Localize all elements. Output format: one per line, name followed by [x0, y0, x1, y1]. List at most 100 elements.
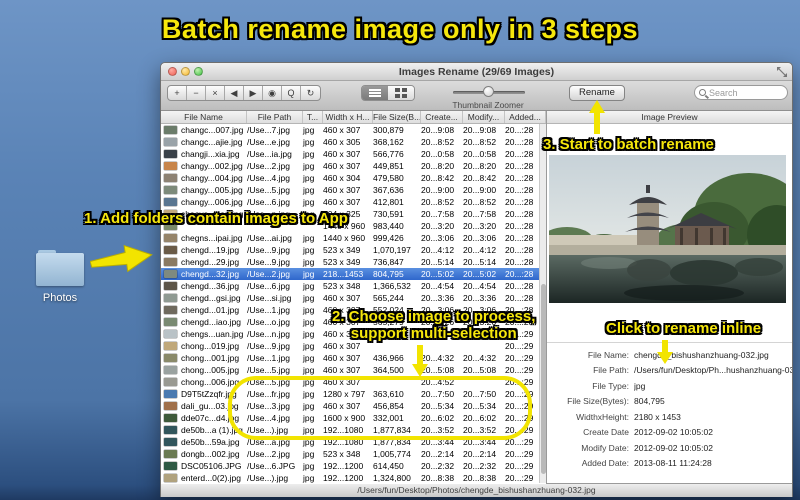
cell-create: 20...8:20: [421, 161, 455, 171]
cell-path: /Use...7.jpg: [247, 125, 290, 135]
cell-name: chengd...32.jpg: [181, 269, 240, 279]
info-row[interactable]: Modify Date: 2012-09-02 10:05:02: [547, 440, 792, 456]
table-row[interactable]: dongb...002.jpg/Use...2.jpg jpg 523 x 348 1…: [161, 448, 546, 460]
info-value[interactable]: chengde_bishushanzhuang-032.jpg: [634, 350, 769, 360]
cell-dims: 460 x 307: [323, 197, 361, 207]
cell-create: 20...3:20: [421, 221, 455, 231]
cell-added: 20...:28: [505, 185, 534, 195]
annotation-step3: 3. Start to batch rename: [543, 136, 714, 153]
table-row[interactable]: changji...xia.jpg/Use...ia.jpg jpg 460 x 3…: [161, 148, 546, 160]
table-row[interactable]: chengd...gsi.jpg/Use...si.jpg jpg 460 x 30…: [161, 292, 546, 304]
cell-dims: 192...1200: [323, 461, 364, 471]
column-header[interactable]: File Name: [161, 111, 247, 123]
preview-eye-button[interactable]: ◉: [263, 86, 282, 100]
column-header[interactable]: Modify...: [463, 111, 505, 123]
minimize-button[interactable]: [181, 67, 190, 76]
cell-modify: 20...3:36: [463, 293, 497, 303]
click-rename-arrow-down-icon: [657, 340, 673, 364]
cell-modify: 20...8:38: [463, 473, 497, 483]
info-row[interactable]: Added Date: 2013-08-11 11:24:28: [547, 456, 792, 472]
row-thumbnail: [164, 186, 177, 194]
scrollbar-thumb[interactable]: [541, 284, 546, 474]
info-row[interactable]: Create Date 2012-09-02 10:05:02: [547, 425, 792, 441]
thumbnail-zoomer-slider[interactable]: [453, 86, 525, 97]
info-value[interactable]: 2013-08-11 11:24:28: [634, 458, 712, 468]
zoom-button[interactable]: [194, 67, 203, 76]
cell-added: 20...:28: [505, 197, 534, 207]
table-row[interactable]: enterd...0(2).jpg/Use...).jpg jpg 192...12…: [161, 472, 546, 484]
cell-modify: 20...4:54: [463, 281, 497, 291]
table-row[interactable]: DSC05106.JPG/Use...6.JPG jpg 192...1200 614…: [161, 460, 546, 472]
titlebar[interactable]: Images Rename (29/69 Images): [161, 63, 792, 81]
table-row[interactable]: chengd...36.jpg/Use...6.jpg jpg 523 x 348 1…: [161, 280, 546, 292]
slider-knob[interactable]: [483, 86, 494, 97]
cell-name: de50b...59a.jpg: [181, 437, 240, 447]
cell-path: /Use...si.jpg: [247, 293, 292, 303]
info-value[interactable]: 2012-09-02 10:05:02: [634, 443, 713, 453]
cell-name: changji...xia.jpg: [181, 149, 240, 159]
table-row[interactable]: chong...005.jpg/Use...5.jpg jpg 460 x 307 3…: [161, 364, 546, 376]
annotation-click-rename: Click to rename inline: [606, 320, 762, 337]
info-value[interactable]: 2180 x 1453: [634, 412, 681, 422]
cell-added: 20...:29: [505, 365, 534, 375]
info-label: File Type:: [592, 380, 629, 391]
table-row[interactable]: changy...006.jpg/Use...6.jpg jpg 460 x 307…: [161, 196, 546, 208]
grid-view-icon: [395, 88, 407, 98]
info-row[interactable]: File Path: /Users/fun/Desktop/Ph...hushan…: [547, 363, 792, 379]
table-row[interactable]: changy...004.jpg/Use...4.jpg jpg 460 x 304…: [161, 172, 546, 184]
info-value[interactable]: 804,795: [634, 396, 665, 406]
info-row[interactable]: WidthxHeight: 2180 x 1453: [547, 409, 792, 425]
search-input[interactable]: [709, 87, 781, 98]
cell-create: 20...5:02: [421, 269, 455, 279]
vertical-scrollbar[interactable]: [539, 124, 546, 483]
cell-path: /Use...ia.jpg: [247, 149, 292, 159]
fullscreen-icon[interactable]: [777, 67, 787, 77]
cell-create: 20...8:52: [421, 197, 455, 207]
cell-type: jpg: [303, 449, 315, 459]
info-row[interactable]: File Type: jpg: [547, 378, 792, 394]
cell-type: jpg: [303, 293, 315, 303]
info-value[interactable]: /Users/fun/Desktop/Ph...hushanzhuang-032…: [634, 365, 792, 375]
rename-button[interactable]: Rename: [569, 85, 625, 101]
table-row[interactable]: chong...001.jpg/Use...1.jpg jpg 460 x 307 4…: [161, 352, 546, 364]
cell-added: 20...:28: [505, 293, 534, 303]
search-field[interactable]: [694, 85, 788, 100]
column-header[interactable]: File Path: [247, 111, 303, 123]
cell-create: 20...9:00: [421, 185, 455, 195]
info-value[interactable]: jpg: [634, 381, 645, 391]
table-row[interactable]: changy...005.jpg/Use...5.jpg jpg 460 x 307…: [161, 184, 546, 196]
close-button[interactable]: [168, 67, 177, 76]
grid-view-button[interactable]: [388, 86, 414, 100]
list-view-button[interactable]: [362, 86, 388, 100]
column-header[interactable]: File Size(B...: [373, 111, 421, 123]
add-button[interactable]: +: [168, 86, 187, 100]
column-header[interactable]: Create...: [421, 111, 463, 123]
cell-type: jpg: [303, 269, 315, 279]
table-row[interactable]: chengd...32.jpg/Use...2.jpg jpg 218...1453…: [161, 268, 546, 280]
cell-modify: 20...9:00: [463, 185, 497, 195]
refresh-button[interactable]: ↻: [301, 86, 320, 100]
column-header[interactable]: T...: [303, 111, 323, 123]
info-row[interactable]: File Size(Bytes): 804,795: [547, 394, 792, 410]
info-value[interactable]: 2012-09-02 10:05:02: [634, 427, 713, 437]
cell-name: chengd...01.jpg: [181, 305, 240, 315]
banner-title: Batch rename image only in 3 steps: [161, 14, 639, 44]
previous-button[interactable]: ◀: [225, 86, 244, 100]
cell-added: 20...:29: [505, 353, 534, 363]
magnifier-button[interactable]: Q: [282, 86, 301, 100]
table-row[interactable]: chengd...29.jpg/Use...9.jpg jpg 523 x 349 7…: [161, 256, 546, 268]
next-button[interactable]: ▶: [244, 86, 263, 100]
cell-type: jpg: [303, 233, 315, 243]
remove-button[interactable]: −: [187, 86, 206, 100]
table-row[interactable]: changy...002.jpg/Use...2.jpg jpg 460 x 307…: [161, 160, 546, 172]
delete-button[interactable]: ×: [206, 86, 225, 100]
column-header[interactable]: Width x H...: [323, 111, 373, 123]
cell-name: chengd...iao.jpg: [181, 317, 242, 327]
cell-name: changy...005.jpg: [181, 185, 243, 195]
table-row[interactable]: chegns...ipai.jpg/Use...ai.jpg jpg 1440 x …: [161, 232, 546, 244]
table-row[interactable]: changc...ajie.jpg/Use...e.jpg jpg 460 x 30…: [161, 136, 546, 148]
photos-folder-icon[interactable]: [36, 250, 84, 286]
column-header[interactable]: Added...: [505, 111, 546, 123]
table-row[interactable]: chengd...19.jpg/Use...9.jpg jpg 523 x 349 1…: [161, 244, 546, 256]
table-row[interactable]: changc...007.jpg/Use...7.jpg jpg 460 x 307…: [161, 124, 546, 136]
